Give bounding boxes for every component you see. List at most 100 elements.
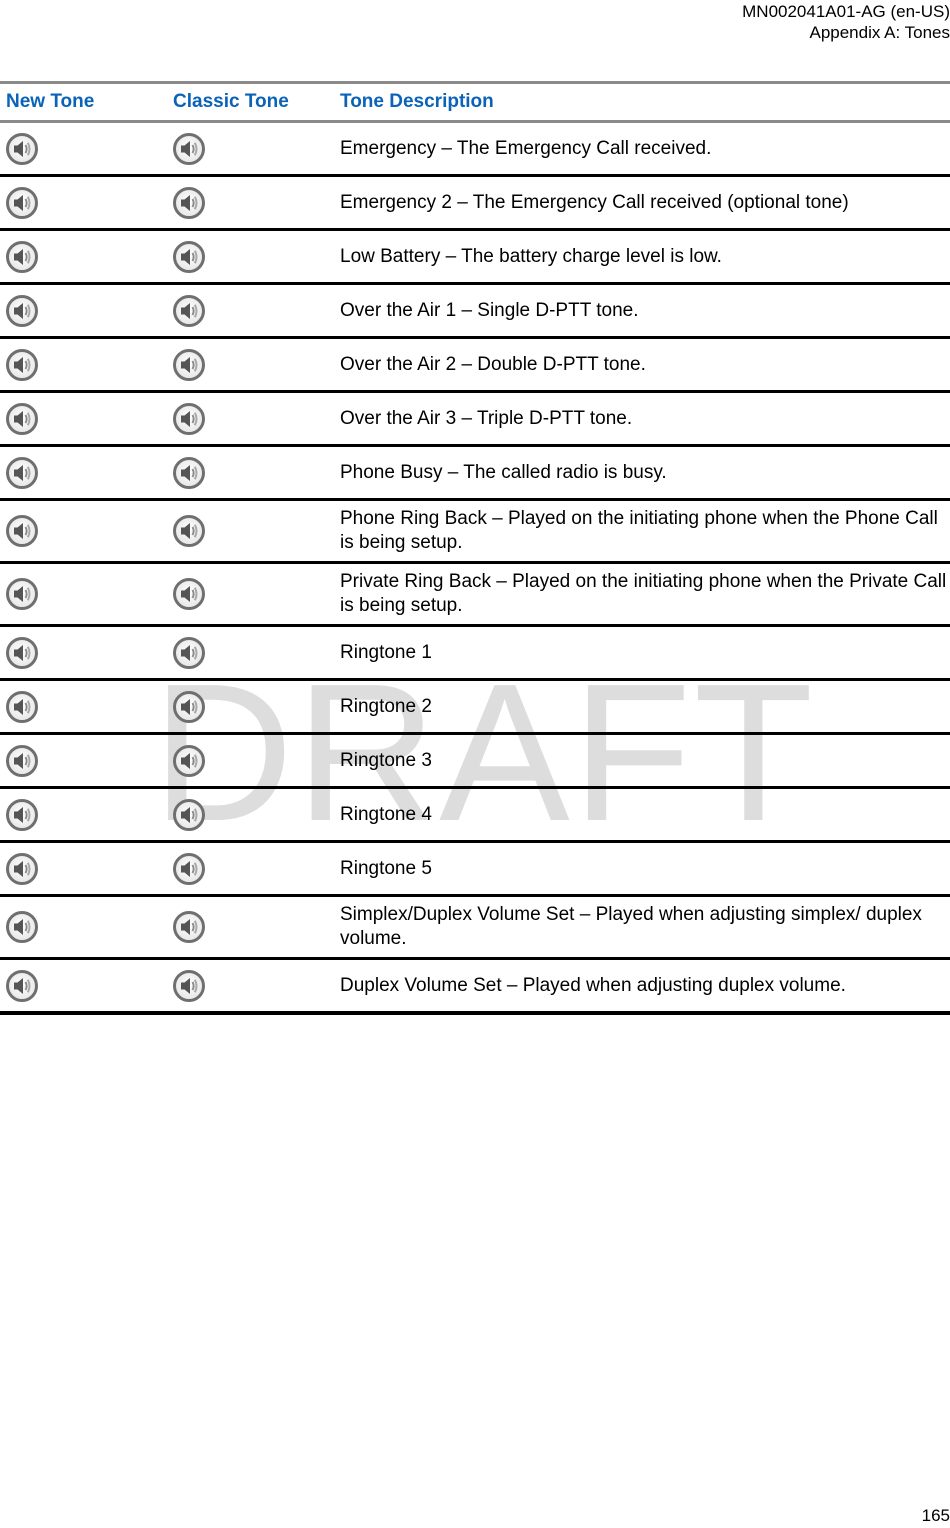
speaker-play-icon[interactable] bbox=[172, 348, 206, 382]
speaker-play-icon[interactable] bbox=[172, 402, 206, 436]
new-tone-cell bbox=[0, 175, 167, 231]
new-tone-cell bbox=[0, 283, 167, 339]
new-tone-cell bbox=[0, 958, 167, 1015]
column-header-new-tone: New Tone bbox=[0, 81, 167, 123]
tone-description: Ringtone 1 bbox=[334, 625, 950, 681]
speaker-play-icon[interactable] bbox=[5, 294, 39, 328]
tone-description: Ringtone 4 bbox=[334, 787, 950, 843]
table-row: Low Battery – The battery charge level i… bbox=[0, 229, 950, 285]
classic-tone-cell bbox=[167, 895, 334, 960]
tone-description: Over the Air 2 – Double D-PTT tone. bbox=[334, 337, 950, 393]
new-tone-cell bbox=[0, 499, 167, 564]
speaker-play-icon[interactable] bbox=[5, 969, 39, 1003]
table-row: Over the Air 3 – Triple D-PTT tone. bbox=[0, 391, 950, 447]
tone-description: Private Ring Back – Played on the initia… bbox=[334, 562, 950, 627]
new-tone-cell bbox=[0, 229, 167, 285]
classic-tone-cell bbox=[167, 625, 334, 681]
classic-tone-cell bbox=[167, 445, 334, 501]
tone-description: Ringtone 3 bbox=[334, 733, 950, 789]
table-row: Emergency – The Emergency Call received. bbox=[0, 121, 950, 177]
classic-tone-cell bbox=[167, 175, 334, 231]
table-row: Ringtone 3 bbox=[0, 733, 950, 789]
table-row: Emergency 2 – The Emergency Call receive… bbox=[0, 175, 950, 231]
table-row: Simplex/Duplex Volume Set – Played when … bbox=[0, 895, 950, 960]
classic-tone-cell bbox=[167, 841, 334, 897]
table-row: Phone Busy – The called radio is busy. bbox=[0, 445, 950, 501]
speaker-play-icon[interactable] bbox=[5, 240, 39, 274]
speaker-play-icon[interactable] bbox=[172, 852, 206, 886]
tone-description: Over the Air 3 – Triple D-PTT tone. bbox=[334, 391, 950, 447]
page-number: 165 bbox=[921, 1506, 950, 1525]
new-tone-cell bbox=[0, 562, 167, 627]
new-tone-cell bbox=[0, 625, 167, 681]
classic-tone-cell bbox=[167, 679, 334, 735]
classic-tone-cell bbox=[167, 958, 334, 1015]
classic-tone-cell bbox=[167, 499, 334, 564]
speaker-play-icon[interactable] bbox=[172, 577, 206, 611]
classic-tone-cell bbox=[167, 391, 334, 447]
table-row: Ringtone 5 bbox=[0, 841, 950, 897]
tone-description: Emergency – The Emergency Call received. bbox=[334, 121, 950, 177]
new-tone-cell bbox=[0, 733, 167, 789]
new-tone-cell bbox=[0, 391, 167, 447]
speaker-play-icon[interactable] bbox=[172, 969, 206, 1003]
speaker-play-icon[interactable] bbox=[172, 186, 206, 220]
classic-tone-cell bbox=[167, 337, 334, 393]
tone-description: Duplex Volume Set – Played when adjustin… bbox=[334, 958, 950, 1015]
speaker-play-icon[interactable] bbox=[172, 798, 206, 832]
new-tone-cell bbox=[0, 121, 167, 177]
speaker-play-icon[interactable] bbox=[5, 348, 39, 382]
tone-description: Phone Busy – The called radio is busy. bbox=[334, 445, 950, 501]
classic-tone-cell bbox=[167, 733, 334, 789]
new-tone-cell bbox=[0, 679, 167, 735]
table-row: Ringtone 2 bbox=[0, 679, 950, 735]
classic-tone-cell bbox=[167, 121, 334, 177]
speaker-play-icon[interactable] bbox=[5, 186, 39, 220]
speaker-play-icon[interactable] bbox=[172, 132, 206, 166]
document-id: MN002041A01-AG (en-US) bbox=[742, 2, 950, 21]
speaker-play-icon[interactable] bbox=[5, 910, 39, 944]
speaker-play-icon[interactable] bbox=[172, 294, 206, 328]
tone-description: Ringtone 2 bbox=[334, 679, 950, 735]
tone-description: Phone Ring Back – Played on the initiati… bbox=[334, 499, 950, 564]
classic-tone-cell bbox=[167, 229, 334, 285]
speaker-play-icon[interactable] bbox=[5, 690, 39, 724]
table-row: Over the Air 1 – Single D-PTT tone. bbox=[0, 283, 950, 339]
running-header: MN002041A01-AG (en-US) Appendix A: Tones bbox=[742, 1, 950, 43]
speaker-play-icon[interactable] bbox=[172, 744, 206, 778]
table-row: Private Ring Back – Played on the initia… bbox=[0, 562, 950, 627]
new-tone-cell bbox=[0, 841, 167, 897]
speaker-play-icon[interactable] bbox=[5, 456, 39, 490]
speaker-play-icon[interactable] bbox=[172, 910, 206, 944]
speaker-play-icon[interactable] bbox=[5, 132, 39, 166]
tone-description: Over the Air 1 – Single D-PTT tone. bbox=[334, 283, 950, 339]
speaker-play-icon[interactable] bbox=[5, 636, 39, 670]
speaker-play-icon[interactable] bbox=[5, 852, 39, 886]
classic-tone-cell bbox=[167, 787, 334, 843]
classic-tone-cell bbox=[167, 562, 334, 627]
classic-tone-cell bbox=[167, 283, 334, 339]
speaker-play-icon[interactable] bbox=[172, 690, 206, 724]
table-row: Ringtone 1 bbox=[0, 625, 950, 681]
speaker-play-icon[interactable] bbox=[172, 636, 206, 670]
new-tone-cell bbox=[0, 895, 167, 960]
tone-description: Emergency 2 – The Emergency Call receive… bbox=[334, 175, 950, 231]
new-tone-cell bbox=[0, 337, 167, 393]
speaker-play-icon[interactable] bbox=[172, 456, 206, 490]
speaker-play-icon[interactable] bbox=[5, 514, 39, 548]
table-header-row: New Tone Classic Tone Tone Description bbox=[0, 81, 950, 123]
speaker-play-icon[interactable] bbox=[5, 744, 39, 778]
speaker-play-icon[interactable] bbox=[5, 798, 39, 832]
speaker-play-icon[interactable] bbox=[172, 514, 206, 548]
new-tone-cell bbox=[0, 445, 167, 501]
section-title: Appendix A: Tones bbox=[809, 23, 950, 42]
speaker-play-icon[interactable] bbox=[5, 577, 39, 611]
table-row: Over the Air 2 – Double D-PTT tone. bbox=[0, 337, 950, 393]
table-row: Ringtone 4 bbox=[0, 787, 950, 843]
speaker-play-icon[interactable] bbox=[172, 240, 206, 274]
tone-description: Ringtone 5 bbox=[334, 841, 950, 897]
speaker-play-icon[interactable] bbox=[5, 402, 39, 436]
tone-description: Simplex/Duplex Volume Set – Played when … bbox=[334, 895, 950, 960]
column-header-classic-tone: Classic Tone bbox=[167, 81, 334, 123]
tones-table: New Tone Classic Tone Tone Description E bbox=[0, 81, 950, 1015]
